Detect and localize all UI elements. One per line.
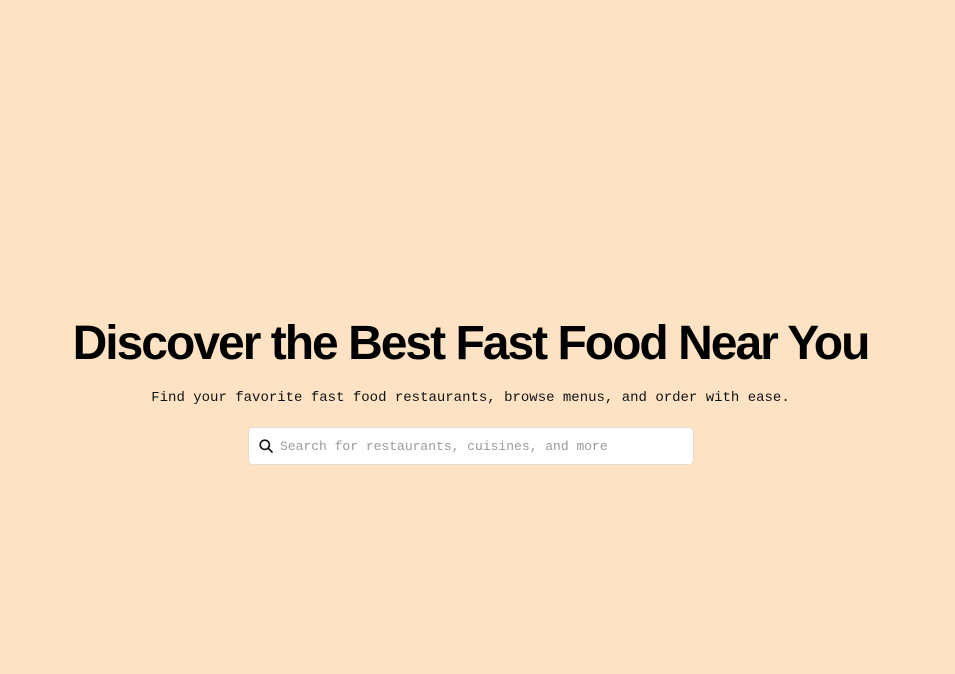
page: Discover the Best Fast Food Near You Fin… bbox=[0, 0, 955, 674]
hero-section: Discover the Best Fast Food Near You Fin… bbox=[0, 316, 941, 408]
hero-subtitle: Find your favorite fast food restaurants… bbox=[151, 390, 790, 406]
search-icon bbox=[259, 439, 273, 453]
search-input[interactable] bbox=[280, 431, 693, 461]
hero-title: Discover the Best Fast Food Near You bbox=[72, 317, 871, 370]
search-bar[interactable] bbox=[248, 427, 694, 465]
